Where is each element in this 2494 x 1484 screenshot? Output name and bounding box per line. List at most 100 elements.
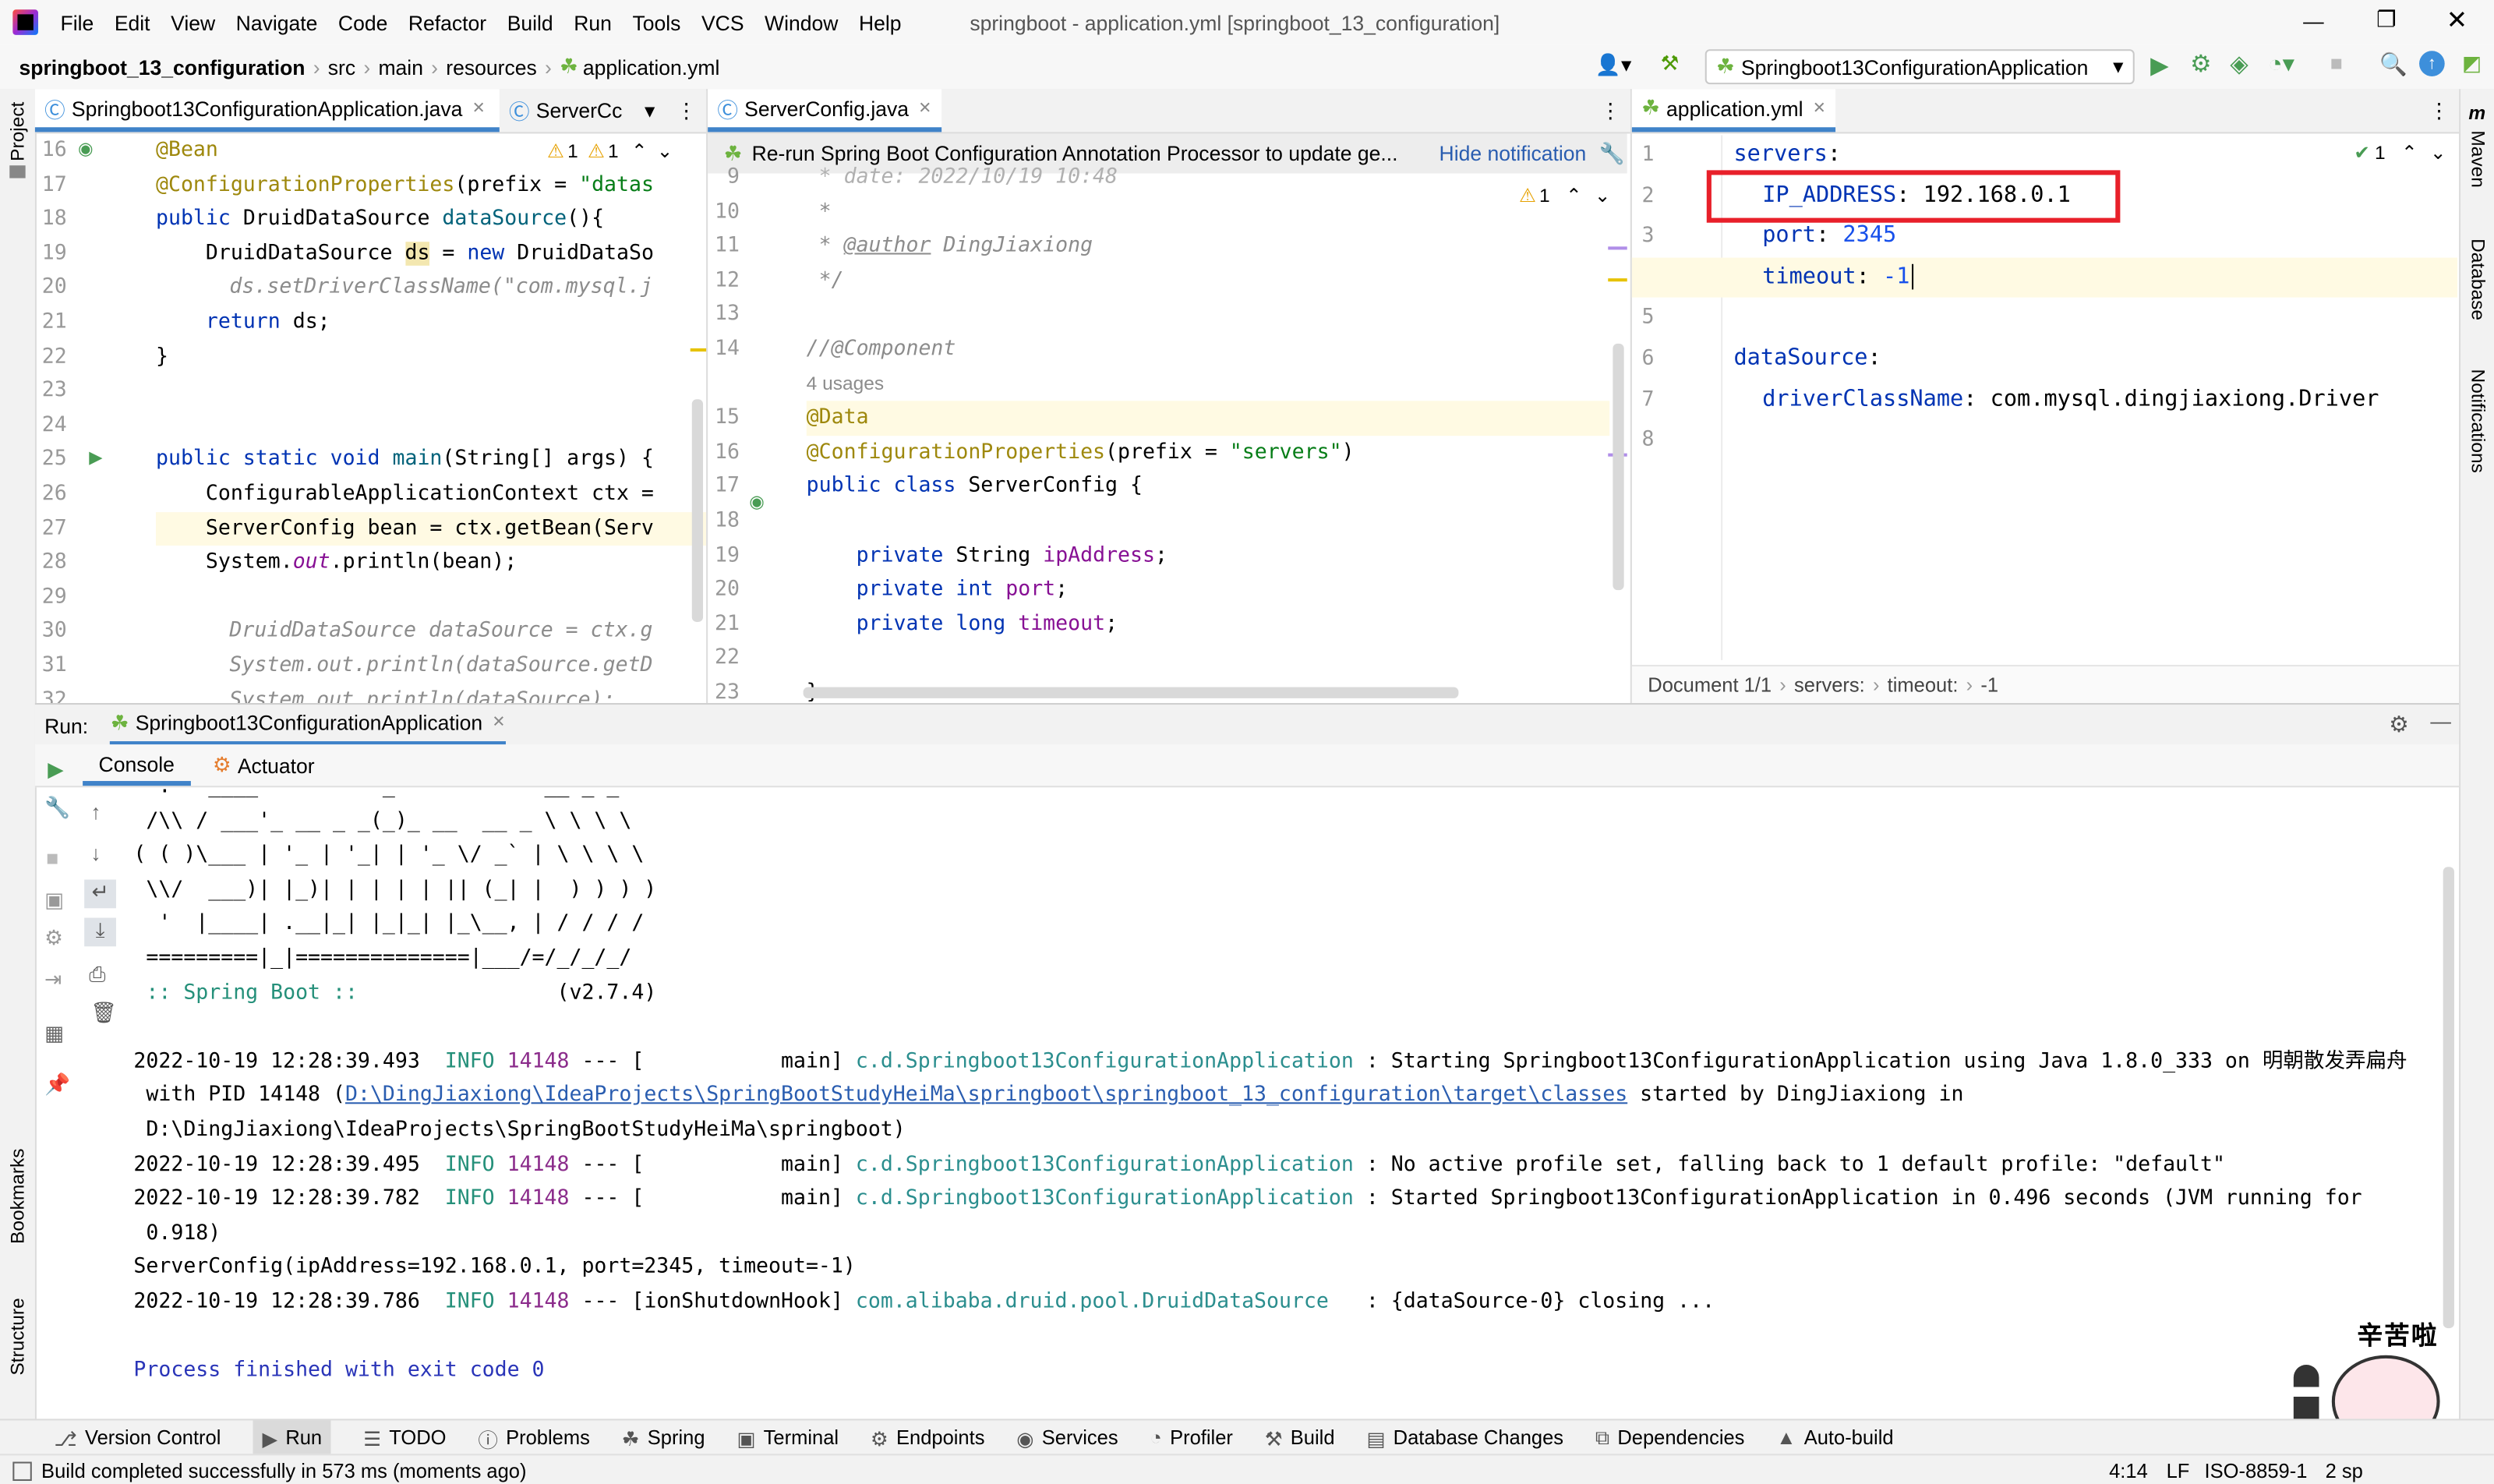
tab-springboot13-application[interactable]: Ⓒ Springboot13ConfigurationApplication.j… — [34, 89, 500, 132]
coverage-icon[interactable]: ◈ — [2230, 49, 2248, 78]
tool-window-services[interactable]: ◉ Services — [1016, 1426, 1118, 1450]
gear-icon[interactable]: ⚙ — [2389, 711, 2409, 738]
soft-wrap-icon[interactable]: ↵ — [84, 879, 116, 909]
debug-icon[interactable]: ⚙ — [2190, 49, 2211, 78]
settings-icon[interactable]: ⚙ — [44, 926, 63, 952]
middle-hscrollbar[interactable] — [803, 687, 1459, 698]
print-icon[interactable]: ⎙ — [89, 963, 105, 988]
menu-tools[interactable]: Tools — [632, 10, 680, 34]
run-config-select[interactable]: ☘ Springboot13ConfigurationApplication ▾ — [1704, 49, 2135, 85]
breadcrumb-servers[interactable]: servers: — [1794, 674, 1865, 697]
tool-window-version-control[interactable]: ⎇ Version Control — [54, 1426, 221, 1450]
menu-build[interactable]: Build — [507, 10, 553, 34]
update-icon[interactable]: ↑ — [2419, 51, 2445, 76]
tool-window-run[interactable]: ▶ Run — [253, 1420, 332, 1456]
tool-window-terminal[interactable]: ▣ Terminal — [737, 1426, 839, 1450]
middle-code[interactable]: * date: 2022/10/19 10:48 * * @author Din… — [806, 161, 1610, 701]
tool-window-todo[interactable]: ☰ TODO — [363, 1426, 446, 1450]
breadcrumb-timeout[interactable]: timeout: — [1888, 674, 1959, 697]
menu-window[interactable]: Window — [765, 10, 838, 34]
jetbrains-icon[interactable]: ◩ — [2462, 51, 2482, 76]
breadcrumb-document[interactable]: Document 1/1 — [1648, 674, 1772, 697]
left-code[interactable]: @Bean @ConfigurationProperties(prefix = … — [155, 133, 707, 703]
rerun-icon[interactable]: ▶ — [48, 757, 63, 783]
breadcrumb-item[interactable]: application.yml — [583, 55, 720, 79]
arrow-up-icon[interactable]: ↑ — [90, 800, 101, 825]
menu-edit[interactable]: Edit — [115, 10, 150, 34]
tool-window-endpoints[interactable]: ⚙ Endpoints — [871, 1426, 985, 1450]
project-tool-button[interactable]: Project — [6, 102, 29, 161]
tool-window-profiler[interactable]: ◔ Profiler — [1150, 1427, 1232, 1450]
wrench-icon[interactable]: 🔧 — [44, 795, 70, 821]
scroll-to-end-icon[interactable]: ⤓ — [84, 917, 116, 947]
spring-bean-icon[interactable]: ◉ — [78, 139, 94, 159]
user-icon[interactable]: 👤▾ — [1595, 52, 1631, 78]
hammer-icon[interactable]: ⚒ — [1661, 51, 1680, 76]
tool-window-problems[interactable]: ⓘ Problems — [478, 1422, 589, 1453]
line-separator[interactable]: LF — [2167, 1459, 2190, 1482]
tab-serverconfig[interactable]: Ⓒ ServerConfig.java ✕ — [708, 89, 941, 132]
structure-tool-button[interactable]: Structure — [6, 1298, 29, 1375]
pin-icon[interactable]: 📌 — [44, 1072, 70, 1097]
exit-icon[interactable]: ⇥ — [44, 967, 62, 993]
camera-icon[interactable]: ▣ — [44, 888, 64, 913]
more-icon[interactable]: ⋮ — [2429, 98, 2450, 124]
breadcrumb-value[interactable]: -1 — [1980, 674, 1998, 697]
tab-application-yml[interactable]: ☘ application.yml ✕ — [1631, 89, 1836, 132]
more-icon[interactable]: ⋮ — [1600, 98, 1621, 124]
breadcrumb-item[interactable]: springboot_13_configuration — [19, 55, 305, 79]
chevron-down-icon[interactable]: ▾ — [645, 98, 655, 124]
menu-navigate[interactable]: Navigate — [236, 10, 318, 34]
middle-vscrollbar[interactable] — [1613, 343, 1624, 591]
status-message[interactable]: Build completed successfully in 573 ms (… — [41, 1459, 526, 1482]
tool-window-build[interactable]: ⚒ Build — [1265, 1426, 1335, 1450]
tab-serverconfig-short[interactable]: Ⓒ ServerCc ▾ — [500, 89, 665, 132]
intellij-logo-icon[interactable] — [12, 9, 38, 35]
run-tab[interactable]: ☘ Springboot13ConfigurationApplication ✕ — [110, 705, 506, 747]
tool-window-auto-build[interactable]: ▲ Auto-build — [1776, 1427, 1893, 1450]
close-tab-icon[interactable]: ✕ — [918, 100, 931, 117]
run-gutter-icon[interactable]: ▶ — [89, 447, 102, 468]
layout-icon[interactable]: ▦ — [44, 1021, 64, 1047]
console-scrollbar[interactable] — [2443, 867, 2454, 1329]
hide-panel-icon[interactable]: — — [2430, 709, 2451, 733]
tool-window-spring[interactable]: ☘ Spring — [622, 1426, 705, 1450]
breadcrumb-item[interactable]: main — [378, 55, 423, 79]
indent-setting[interactable]: 2 sp — [2326, 1459, 2363, 1482]
menu-help[interactable]: Help — [859, 10, 902, 34]
notifications-tool-button[interactable]: Notifications — [2467, 369, 2489, 472]
menu-view[interactable]: View — [171, 10, 215, 34]
tool-window-dependencies[interactable]: ⧉ Dependencies — [1595, 1426, 1745, 1450]
stop-icon[interactable]: ■ — [2330, 51, 2343, 75]
menu-vcs[interactable]: VCS — [701, 10, 744, 34]
maven-tool-button[interactable]: Maven — [2467, 130, 2489, 188]
console-output[interactable]: . ____ _ __ _ _ /\\ / ___'_ __ _ _(_)_ _… — [133, 775, 2439, 1417]
more-icon[interactable]: ⋮ — [676, 98, 697, 124]
run-icon[interactable]: ▶ — [2150, 51, 2169, 80]
close-tab-icon[interactable]: ✕ — [472, 100, 486, 117]
tool-window-database-changes[interactable]: ▤ Database Changes — [1366, 1426, 1563, 1450]
maximize-icon[interactable]: ❐ — [2376, 6, 2397, 34]
close-tab-icon[interactable]: ✕ — [1813, 100, 1826, 117]
spring-bean-icon[interactable]: ◉ — [749, 492, 765, 512]
classes-path-link[interactable]: D:\DingJiaxiong\IdeaProjects\SpringBootS… — [345, 1083, 1627, 1108]
search-icon[interactable]: 🔍 — [2379, 51, 2407, 78]
arrow-down-icon[interactable]: ↓ — [90, 842, 101, 866]
caret-position[interactable]: 4:14 — [2109, 1459, 2148, 1482]
trash-icon[interactable]: 🗑 — [90, 1001, 117, 1026]
file-encoding[interactable]: ISO-8859-1 — [2205, 1459, 2308, 1482]
menu-file[interactable]: File — [61, 10, 94, 34]
bookmarks-tool-button[interactable]: Bookmarks — [6, 1148, 29, 1244]
close-icon[interactable]: ✕ — [2446, 5, 2468, 37]
database-tool-button[interactable]: Database — [2467, 238, 2489, 320]
profile-icon[interactable]: ◔▾ — [2268, 49, 2294, 78]
breadcrumb-item[interactable]: resources — [446, 55, 536, 79]
menu-run[interactable]: Run — [574, 10, 612, 34]
close-tab-icon[interactable]: ✕ — [492, 714, 505, 731]
stop-icon[interactable]: ■ — [46, 846, 58, 871]
status-icon[interactable] — [12, 1461, 32, 1480]
menu-refactor[interactable]: Refactor — [408, 10, 486, 34]
left-scrollbar[interactable] — [691, 399, 704, 622]
breadcrumb-item[interactable]: src — [328, 55, 355, 79]
menu-code[interactable]: Code — [338, 10, 387, 34]
